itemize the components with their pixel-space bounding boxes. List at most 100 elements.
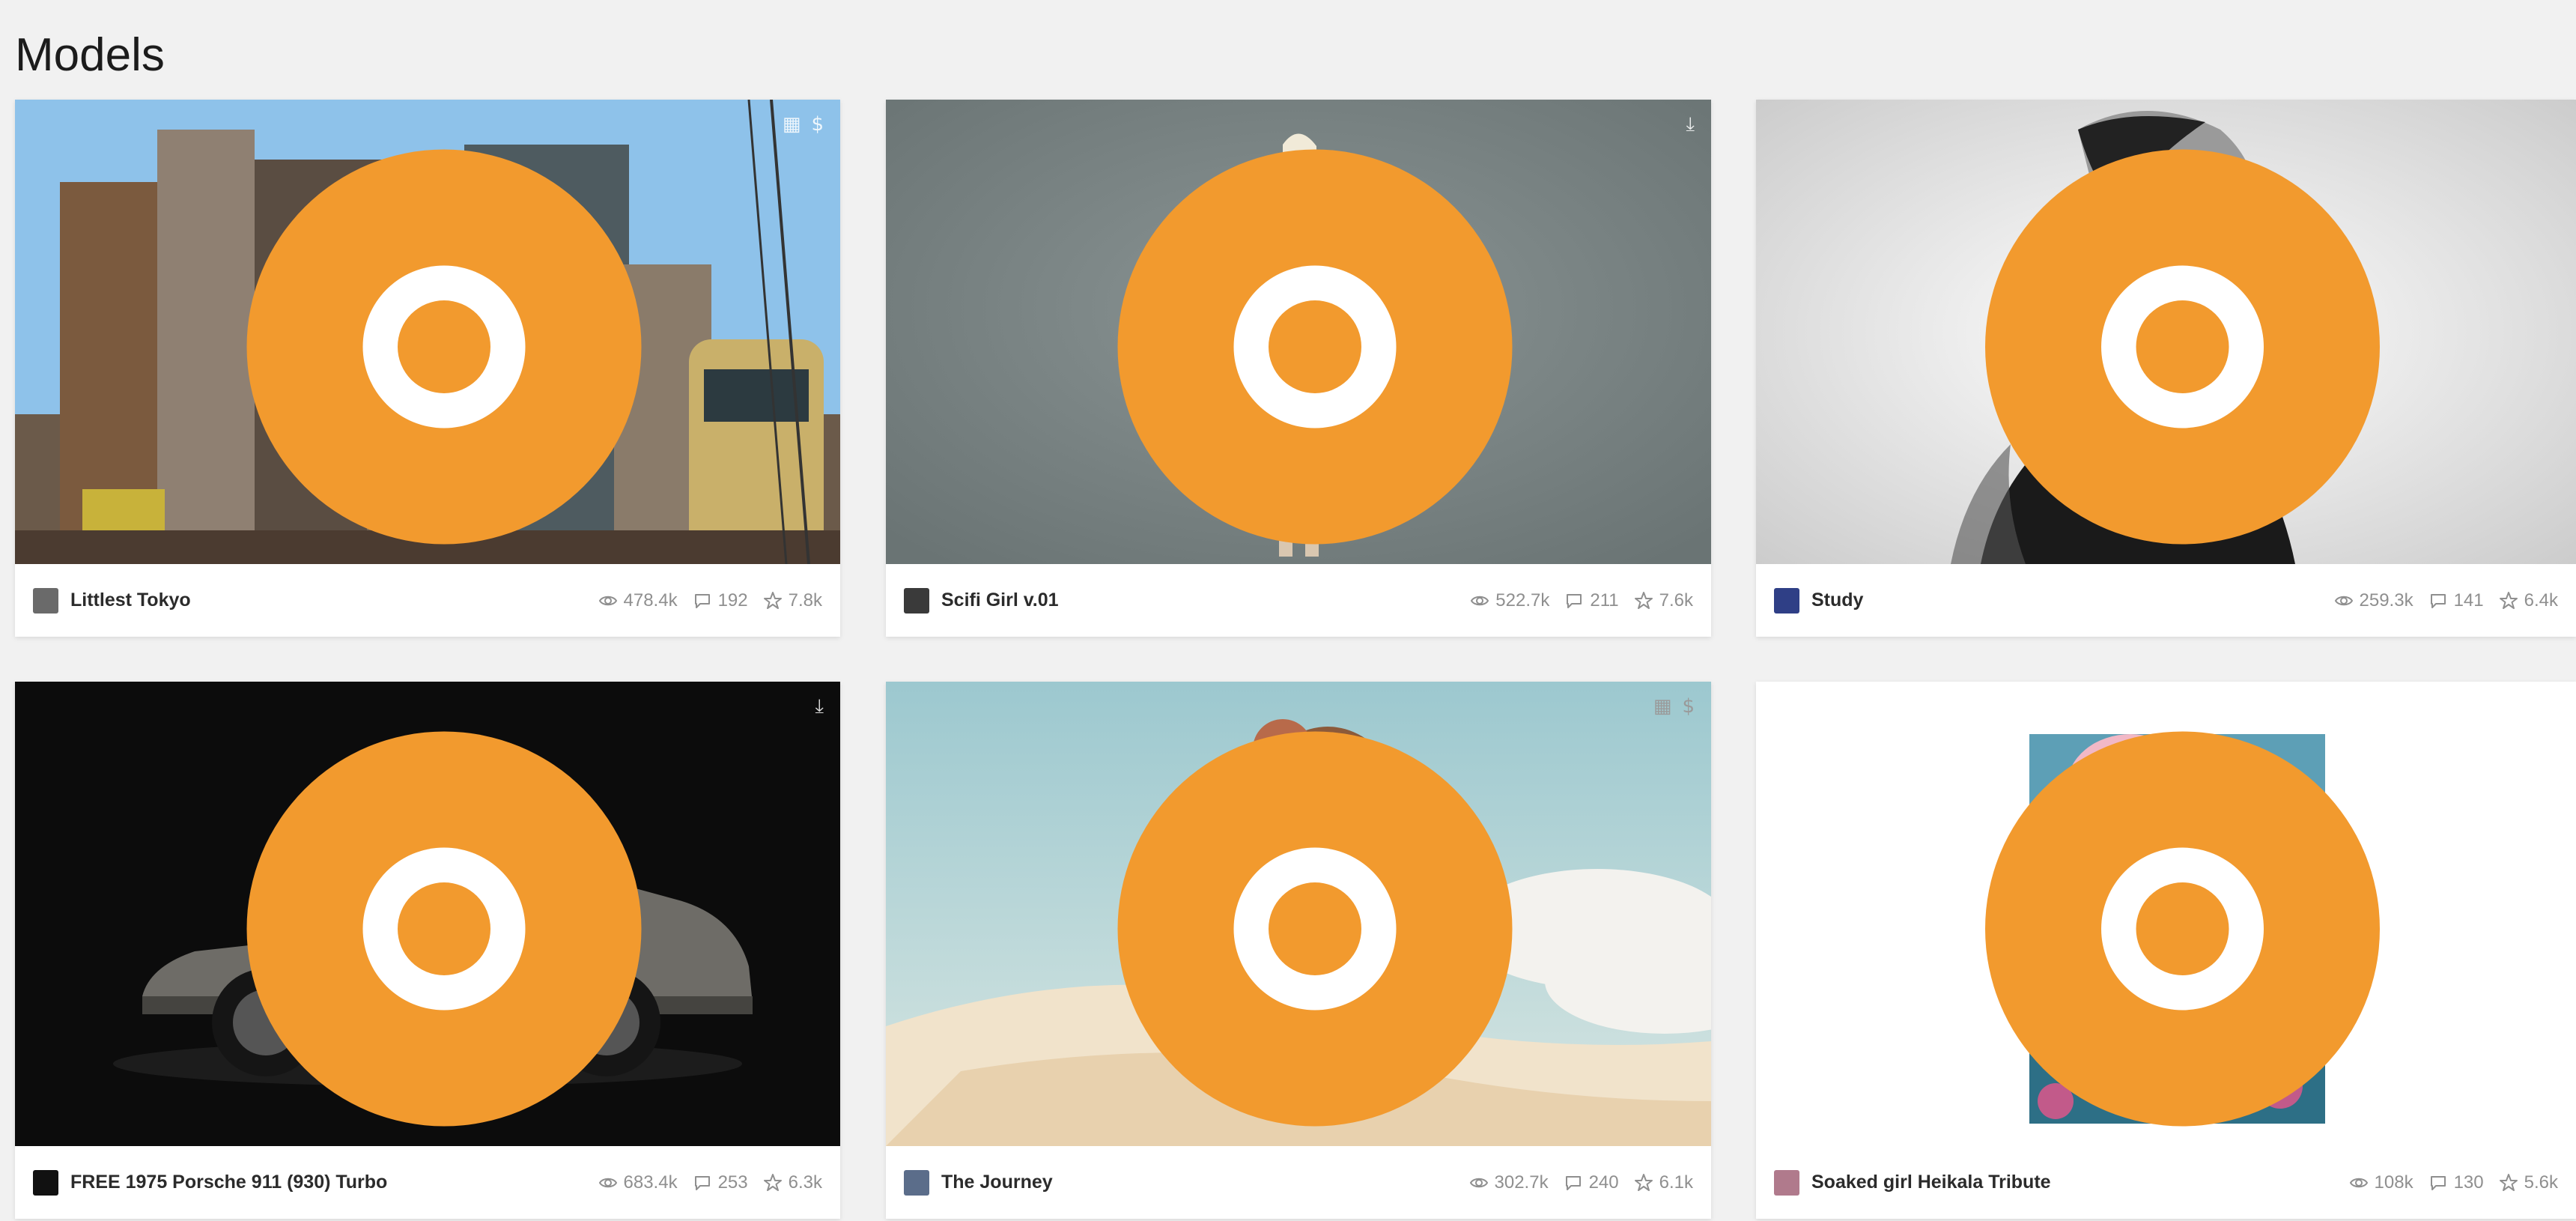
avatar[interactable]	[33, 1169, 58, 1196]
view-count: 683.4k	[598, 1172, 678, 1193]
model-stats: 302.7k 240 6.1k	[1469, 1172, 1693, 1193]
avatar[interactable]	[904, 587, 929, 613]
star-icon	[2499, 1173, 2518, 1191]
model-thumbnail[interactable]: ⤓	[886, 100, 1711, 564]
like-count[interactable]: 5.6k	[2499, 1172, 2558, 1193]
like-count-value: 6.4k	[2524, 590, 2558, 610]
view-count: 259.3k	[2334, 590, 2414, 611]
like-count[interactable]: 6.1k	[1634, 1172, 1693, 1193]
comment-count-value: 130	[2453, 1172, 2484, 1193]
star-icon	[1634, 591, 1653, 609]
model-title[interactable]: Soaked girl Heikala Tribute	[1811, 1172, 2051, 1193]
model-thumbnail[interactable]: ▦ $	[886, 682, 1711, 1146]
comment-icon	[2430, 593, 2446, 608]
eye-icon	[1469, 1178, 1488, 1187]
model-card[interactable]: ⤓ Scifi Girl v.01 522.7k 211 7.6k	[886, 100, 1711, 637]
avatar[interactable]	[904, 1169, 929, 1196]
model-card[interactable]: ▦ $ The Journey 302.7k 240 6.1k	[886, 682, 1711, 1219]
like-count-value: 7.6k	[1659, 590, 1693, 610]
comment-count-value: 211	[1590, 590, 1619, 610]
view-count: 478.4k	[598, 590, 678, 611]
model-thumbnail[interactable]	[1756, 682, 2576, 1146]
like-count-value: 5.6k	[2524, 1172, 2558, 1193]
card-corner-icons: ▦ $	[783, 113, 824, 136]
staff-pick-icon	[246, 149, 642, 545]
star-icon	[1634, 1173, 1653, 1191]
price-icon[interactable]: $	[1682, 695, 1695, 718]
card-corner-icons: ⤓	[1686, 113, 1695, 136]
star-icon	[763, 1173, 782, 1191]
comment-count-value: 240	[1588, 1172, 1619, 1193]
star-icon	[2499, 591, 2518, 609]
store-icon[interactable]: ▦	[1653, 695, 1672, 718]
comment-icon	[694, 1175, 710, 1190]
model-title[interactable]: The Journey	[941, 1172, 1053, 1193]
models-page: Models ▦ $ Littlest Tokyo 478.4k 192 7.8…	[0, 0, 2576, 1221]
model-title[interactable]: FREE 1975 Porsche 911 (930) Turbo	[70, 1172, 387, 1193]
model-title[interactable]: Littlest Tokyo	[70, 590, 191, 611]
like-count-value: 6.1k	[1659, 1172, 1693, 1193]
model-title[interactable]: Scifi Girl v.01	[941, 590, 1059, 611]
like-count[interactable]: 6.4k	[2499, 590, 2558, 611]
view-count-value: 683.4k	[623, 1172, 678, 1193]
staff-pick-icon	[1985, 731, 2380, 1127]
view-count-value: 108k	[2374, 1172, 2414, 1193]
model-stats: 259.3k 141 6.4k	[2334, 590, 2558, 611]
view-count: 522.7k	[1470, 590, 1549, 611]
eye-icon	[598, 596, 617, 605]
store-icon[interactable]: ▦	[783, 113, 801, 136]
view-count: 302.7k	[1469, 1172, 1549, 1193]
comment-count[interactable]: 141	[2428, 590, 2484, 611]
model-card[interactable]: Soaked girl Heikala Tribute 108k 130 5.6…	[1756, 682, 2576, 1219]
comment-icon	[694, 593, 710, 608]
staff-pick-icon	[1117, 149, 1513, 545]
star-icon	[763, 591, 782, 609]
page-title: Models	[15, 29, 165, 81]
model-card[interactable]: Study 259.3k 141 6.4k	[1756, 100, 2576, 637]
avatar[interactable]	[1774, 1169, 1799, 1196]
card-meta: Soaked girl Heikala Tribute 108k 130 5.6…	[1756, 1146, 2576, 1219]
like-count[interactable]: 7.6k	[1634, 590, 1693, 611]
staff-pick-icon	[1117, 731, 1513, 1127]
model-stats: 522.7k 211 7.6k	[1470, 590, 1693, 611]
eye-icon	[2349, 1178, 2368, 1187]
model-card[interactable]: ▦ $ Littlest Tokyo 478.4k 192 7.8k	[15, 100, 840, 637]
like-count[interactable]: 7.8k	[763, 590, 822, 611]
model-stats: 478.4k 192 7.8k	[598, 590, 822, 611]
comment-count[interactable]: 211	[1564, 590, 1619, 611]
card-meta: The Journey 302.7k 240 6.1k	[886, 1146, 1711, 1219]
comment-count[interactable]: 192	[693, 590, 748, 611]
view-count-value: 522.7k	[1495, 590, 1550, 610]
comment-count-value: 192	[717, 590, 748, 610]
model-title[interactable]: Study	[1811, 590, 1863, 611]
model-thumbnail[interactable]: ⤓	[15, 682, 840, 1146]
comment-count-value: 141	[2453, 590, 2484, 610]
card-corner-icons: ⤓	[815, 695, 824, 718]
comment-icon	[1567, 593, 1582, 608]
download-icon[interactable]: ⤓	[815, 695, 824, 718]
price-icon[interactable]: $	[811, 113, 824, 136]
view-count-value: 478.4k	[623, 590, 678, 610]
avatar[interactable]	[33, 587, 58, 613]
comment-count[interactable]: 253	[693, 1172, 748, 1193]
model-card[interactable]: ⤓ FREE 1975 Porsche 911 (930) Turbo 683.…	[15, 682, 840, 1219]
view-count: 108k	[2349, 1172, 2414, 1193]
model-stats: 108k 130 5.6k	[2349, 1172, 2558, 1193]
card-meta: FREE 1975 Porsche 911 (930) Turbo 683.4k…	[15, 1146, 840, 1219]
model-grid: ▦ $ Littlest Tokyo 478.4k 192 7.8k ⤓ Sci…	[15, 100, 2576, 1221]
download-icon[interactable]: ⤓	[1686, 113, 1695, 136]
model-thumbnail[interactable]	[1756, 100, 2576, 564]
model-thumbnail[interactable]: ▦ $	[15, 100, 840, 564]
eye-icon	[598, 1178, 617, 1187]
card-corner-icons: ▦ $	[1653, 695, 1695, 718]
comment-icon	[1565, 1175, 1581, 1190]
avatar[interactable]	[1774, 587, 1799, 613]
comment-count[interactable]: 240	[1564, 1172, 1619, 1193]
card-meta: Study 259.3k 141 6.4k	[1756, 564, 2576, 637]
comment-icon	[2430, 1175, 2446, 1190]
comment-count[interactable]: 130	[2428, 1172, 2484, 1193]
like-count[interactable]: 6.3k	[763, 1172, 822, 1193]
staff-pick-icon	[1985, 149, 2380, 545]
staff-pick-icon	[246, 731, 642, 1127]
card-meta: Littlest Tokyo 478.4k 192 7.8k	[15, 564, 840, 637]
